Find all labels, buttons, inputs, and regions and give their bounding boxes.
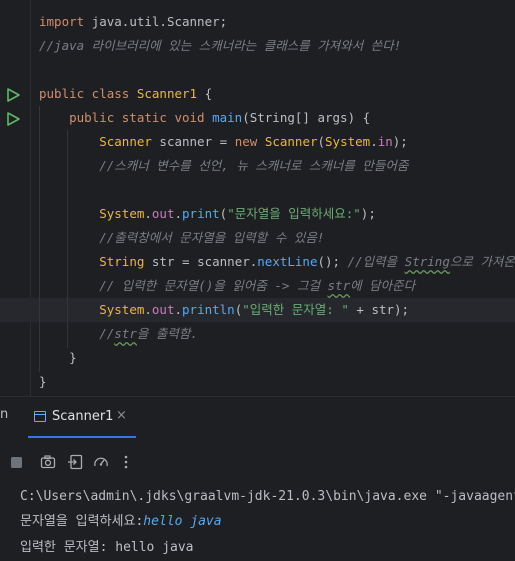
code-token: System	[99, 206, 145, 221]
console-prompt: 문자열을 입력하세요:	[20, 514, 144, 529]
stop-icon[interactable]	[9, 454, 25, 470]
code-token: (	[242, 110, 250, 125]
code-line: //스캐너 변수를 선언, 뉴 스캐너로 스캐너를 만들어줌	[39, 154, 408, 178]
code-token: str	[151, 254, 175, 269]
code-token: .	[144, 206, 152, 221]
code-token: println	[182, 302, 235, 317]
code-line: //str을 출력함.	[39, 322, 198, 346]
code-token: 을 출력함.	[136, 326, 198, 341]
code-line: public class Scanner1 {	[39, 82, 212, 106]
active-tab-indicator	[28, 436, 136, 438]
code-token: print	[182, 206, 220, 221]
code-token: new	[234, 134, 265, 149]
code-line: import java.util.Scanner;	[39, 10, 227, 34]
code-token: =	[174, 254, 198, 269]
code-token: 에 담아준다	[350, 278, 416, 293]
code-token: //스캐너 변수를 선언, 뉴 스캐너로 스캐너를 만들어줌	[39, 158, 409, 173]
run-tool-window-tabs: n Scanner1 ×	[0, 397, 515, 437]
console-output[interactable]: C:\Users\admin\.jdks\graalvm-jdk-21.0.3\…	[0, 478, 515, 558]
code-line: String str = scanner.nextLine(); //입력을 S…	[39, 250, 515, 274]
code-token: (	[317, 134, 326, 149]
code-token: public static void	[39, 110, 213, 125]
code-token: out	[151, 302, 175, 317]
code-line: System.out.println("입력한 문자열: " + str);	[39, 298, 409, 322]
run-class-icon[interactable]	[6, 88, 20, 102]
code-line: System.out.print("문자열을 입력하세요:");	[39, 202, 376, 226]
code-line: public static void main(String[] args) {	[39, 106, 370, 130]
code-token: + str);	[348, 302, 410, 317]
code-token: .	[174, 206, 183, 221]
code-token: System	[325, 134, 371, 149]
code-token: import	[39, 14, 92, 29]
code-token: "입력한 문자열: "	[242, 302, 349, 317]
code-token: Scanner1	[136, 86, 198, 101]
code-line: // 입력한 문자열()을 읽어줌 -> 그걸 str에 담아준다	[39, 274, 415, 298]
code-line: }	[39, 370, 47, 394]
run-main-icon[interactable]	[6, 112, 20, 126]
code-token: str	[114, 326, 137, 341]
code-line: Scanner scanner = new Scanner(System.in)…	[39, 130, 408, 154]
console-user-input: hello java	[143, 514, 222, 529]
code-token: java.util.Scanner;	[91, 14, 228, 29]
code-token: Scanner	[264, 134, 318, 149]
import-icon[interactable]	[67, 454, 83, 470]
code-token: nextLine	[257, 254, 318, 269]
code-line: //출력창에서 문자열을 입력할 수 있음!	[39, 226, 324, 250]
code-token: .	[370, 134, 378, 149]
code-token: scanner =	[151, 134, 235, 149]
code-token: .	[144, 302, 152, 317]
code-token: }	[39, 350, 77, 365]
code-token: in	[377, 134, 393, 149]
code-token: );	[392, 134, 408, 149]
code-token: scanner	[197, 254, 250, 269]
tab-label: Scanner1	[52, 409, 114, 424]
code-token: );	[360, 206, 376, 221]
console-result-line: 입력한 문자열: hello java	[20, 540, 194, 555]
tab-scanner1[interactable]: Scanner1 ×	[30, 397, 136, 437]
code-token: str	[327, 278, 351, 293]
code-token: public class	[39, 86, 137, 101]
code-line: //java 라이브러리에 있는 스캐너라는 클래스를 가져와서 쓴다!	[39, 34, 401, 58]
console-command-line: C:\Users\admin\.jdks\graalvm-jdk-21.0.3\…	[20, 489, 515, 504]
code-token: //입력을	[347, 254, 405, 269]
application-icon	[34, 411, 46, 422]
code-token: String	[404, 254, 450, 269]
code-token: }	[39, 374, 47, 389]
tab-partial-label[interactable]: n	[0, 407, 8, 422]
code-token: Scanner	[99, 134, 152, 149]
console-prompt-line: 문자열을 입력하세요:hello java	[20, 509, 222, 535]
code-token: //java 라이브러리에 있는 스캐너라는 클래스를 가져와서 쓴다!	[39, 38, 402, 53]
code-token: String	[249, 110, 295, 125]
code-token: String	[99, 254, 145, 269]
code-token: [] args) {	[294, 110, 371, 125]
code-token: {	[197, 86, 213, 101]
code-token: main	[212, 110, 243, 125]
gauge-icon[interactable]	[93, 454, 109, 470]
code-token: 으로 가져온다.	[449, 254, 515, 269]
code-token: //출력창에서 문자열을 입력할 수 있음!	[39, 230, 325, 245]
code-line: }	[39, 346, 77, 370]
code-editor[interactable]: import java.util.Scanner; //java 라이브러리에 있…	[0, 0, 515, 396]
code-token: System	[99, 302, 145, 317]
code-token: out	[151, 206, 175, 221]
camera-icon[interactable]	[40, 454, 56, 470]
run-toolbar	[0, 446, 515, 478]
code-token: ();	[317, 254, 348, 269]
gutter-divider	[30, 0, 31, 396]
code-token: "문자열을 입력하세요:"	[227, 206, 361, 221]
more-options-icon[interactable]	[118, 454, 134, 470]
code-token: //	[39, 326, 115, 341]
close-icon[interactable]: ×	[116, 408, 127, 423]
code-token: .	[174, 302, 183, 317]
code-token: // 입력한 문자열()을 읽어줌 -> 그걸	[39, 278, 328, 293]
